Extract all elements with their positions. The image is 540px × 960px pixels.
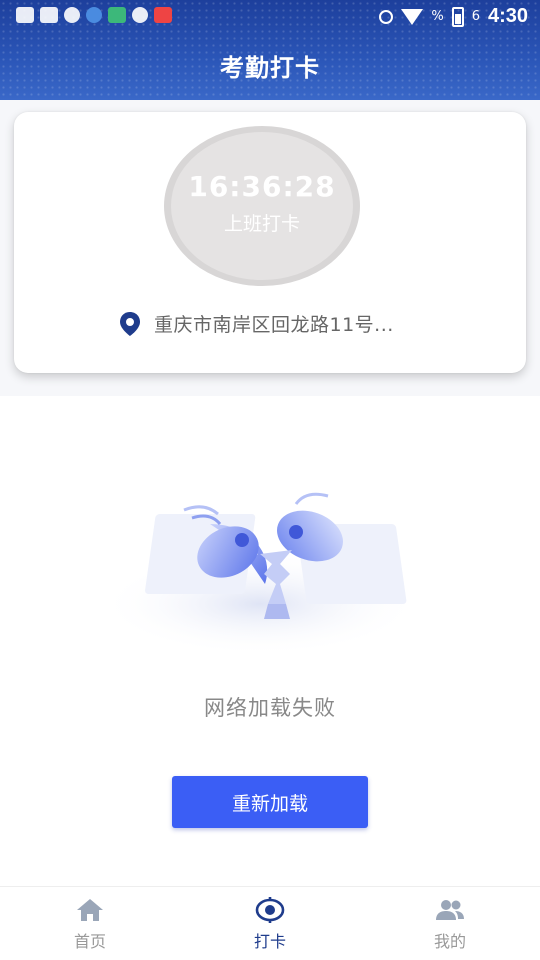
news-notification-icon — [108, 7, 126, 23]
nav-item-home[interactable]: 首页 — [0, 887, 180, 960]
wifi-icon — [401, 8, 424, 25]
gallery-notification-icon — [16, 7, 34, 23]
bottom-nav: 首页 打卡 我的 — [0, 886, 540, 960]
nav-item-punch[interactable]: 打卡 — [180, 887, 360, 960]
location-text: 重庆市南岸区回龙路11号... — [154, 314, 394, 336]
status-left-icons — [16, 7, 172, 23]
app-header: % 6 4:30 考勤打卡 — [0, 0, 540, 100]
nav-item-mine[interactable]: 我的 — [360, 887, 540, 960]
battery-icon — [451, 6, 464, 27]
error-message: 网络加载失败 — [204, 696, 336, 720]
punch-button-inner: 16:36:28 上班打卡 — [171, 132, 353, 280]
punch-label: 上班打卡 — [223, 213, 300, 235]
punch-card: 16:36:28 上班打卡 重庆市南岸区回龙路11号... — [14, 112, 526, 373]
status-time: 4:30 — [487, 5, 528, 27]
page-title: 考勤打卡 — [220, 54, 320, 82]
message-notification-icon — [132, 7, 148, 23]
percent-text: % — [431, 9, 444, 24]
app-notification-icon — [40, 7, 58, 23]
reload-button[interactable]: 重新加载 — [172, 776, 368, 828]
error-state: 网络加载失败 重新加载 — [0, 396, 540, 886]
alarm-icon — [379, 9, 394, 24]
location-row: 重庆市南岸区回龙路11号... — [118, 310, 394, 337]
location-pin-icon — [118, 311, 142, 337]
status-bar: % 6 4:30 — [0, 0, 540, 34]
status-right-icons: % 6 4:30 — [379, 5, 528, 28]
punch-button[interactable]: 16:36:28 上班打卡 — [164, 126, 360, 286]
punch-time: 16:36:28 — [188, 170, 336, 203]
users-icon — [436, 899, 464, 920]
nav-label-mine: 我的 — [433, 931, 466, 951]
wifi-small-icon — [64, 7, 80, 23]
battery-text: 6 — [471, 9, 480, 24]
app-red-notification-icon — [154, 7, 172, 23]
browser-notification-icon — [86, 7, 102, 23]
punch-target-icon — [255, 896, 285, 923]
nav-label-home: 首页 — [73, 931, 106, 951]
home-icon — [77, 898, 103, 921]
network-error-illustration — [100, 484, 430, 664]
nav-label-punch: 打卡 — [253, 931, 286, 951]
